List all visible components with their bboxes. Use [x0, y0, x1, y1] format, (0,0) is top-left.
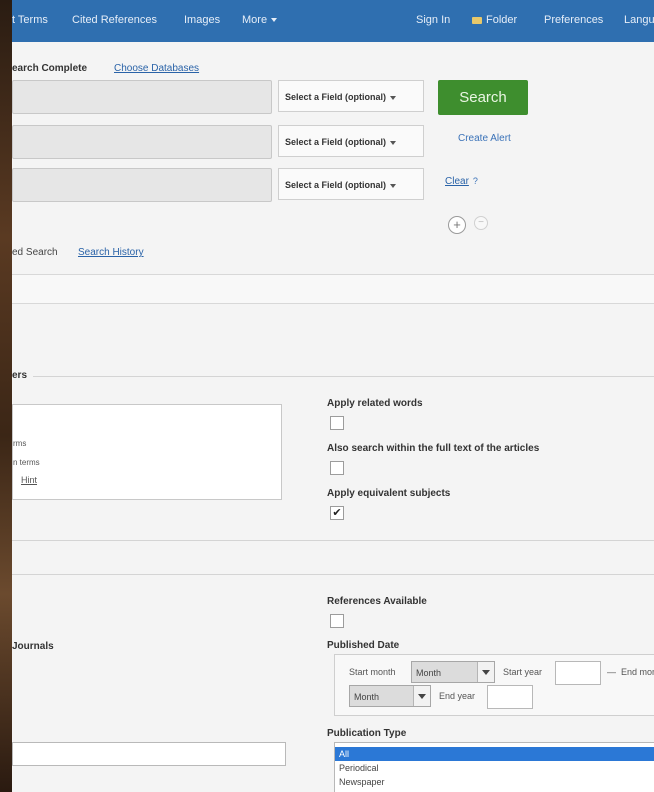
chevron-down-icon	[413, 686, 430, 706]
field-select-1[interactable]: Select a Field (optional)	[278, 80, 424, 112]
nav-cited-references[interactable]: Cited References	[72, 14, 157, 26]
start-month-select[interactable]: Month	[411, 661, 495, 683]
search-input-3[interactable]	[12, 168, 272, 202]
section-divider	[12, 376, 654, 377]
search-modes-heading: ers	[12, 370, 34, 381]
field-select-3[interactable]: Select a Field (optional)	[278, 168, 424, 200]
folder-label: Folder	[486, 14, 518, 26]
section-divider	[12, 540, 654, 541]
full-text-search-label: Also search within the full text of the …	[327, 443, 540, 454]
end-year-input[interactable]	[487, 685, 533, 709]
remove-row-icon[interactable]: −	[474, 216, 488, 230]
folder-icon	[472, 16, 482, 24]
section-divider	[12, 574, 654, 575]
top-navigation-bar: t Terms Cited References Images More Sig…	[12, 0, 654, 42]
search-button[interactable]: Search	[438, 80, 528, 115]
mode-option-2[interactable]: n terms	[13, 458, 40, 467]
divider-bar	[12, 274, 654, 304]
clear-link[interactable]: Clear	[445, 176, 469, 187]
apply-related-words-label: Apply related words	[327, 398, 423, 409]
publication-type-option[interactable]: Periodical	[335, 761, 654, 775]
chevron-down-icon	[271, 18, 278, 23]
clear-area: Clear?	[445, 176, 478, 187]
references-available-checkbox[interactable]	[330, 614, 344, 628]
references-available-label: References Available	[327, 596, 427, 607]
end-year-label: End year	[439, 691, 476, 701]
help-icon[interactable]: ?	[473, 176, 478, 186]
field-select-2[interactable]: Select a Field (optional)	[278, 125, 424, 157]
end-month-value: Month	[354, 692, 380, 702]
nav-more[interactable]: More	[242, 14, 278, 26]
field-select-1-label: Select a Field (optional)	[285, 92, 387, 102]
equivalent-subjects-label: Apply equivalent subjects	[327, 488, 451, 499]
language-link[interactable]: Langu	[624, 14, 654, 26]
field-select-3-label: Select a Field (optional)	[285, 180, 387, 190]
start-month-label: Start month	[349, 667, 396, 677]
end-month-label: End mon	[621, 667, 654, 677]
advanced-search-tab[interactable]: ed Search	[12, 247, 58, 258]
nav-subject-terms[interactable]: t Terms	[12, 14, 48, 26]
published-date-label: Published Date	[327, 640, 400, 651]
equivalent-subjects-checkbox[interactable]: ✔	[330, 506, 344, 520]
publication-type-list[interactable]: All Periodical Newspaper	[334, 742, 654, 792]
sign-in-link[interactable]: Sign In	[416, 14, 450, 26]
chevron-down-icon	[390, 95, 397, 100]
search-input-2[interactable]	[12, 125, 272, 159]
publication-type-label: Publication Type	[327, 728, 407, 739]
hint-link[interactable]: Hint	[21, 475, 37, 485]
mode-option-1[interactable]: rms	[13, 439, 26, 448]
preferences-link[interactable]: Preferences	[544, 14, 603, 26]
create-alert-link[interactable]: Create Alert	[458, 133, 511, 144]
nav-more-label: More	[242, 14, 268, 26]
ebsco-advanced-search-page: t Terms Cited References Images More Sig…	[12, 0, 654, 792]
publication-type-option[interactable]: Newspaper	[335, 775, 654, 789]
search-history-link[interactable]: Search History	[78, 247, 144, 258]
search-input-1[interactable]	[12, 80, 272, 114]
search-modes-panel: rms n terms Hint	[12, 404, 282, 500]
chevron-down-icon	[477, 662, 494, 682]
date-separator: —	[607, 667, 616, 677]
start-month-value: Month	[416, 668, 442, 678]
full-text-search-checkbox[interactable]	[330, 461, 344, 475]
database-label: earch Complete	[12, 63, 88, 74]
nav-images[interactable]: Images	[184, 14, 220, 26]
chevron-down-icon	[390, 140, 397, 145]
choose-databases-link[interactable]: Choose Databases	[114, 63, 199, 74]
journal-name-input[interactable]	[12, 742, 286, 766]
publication-type-option[interactable]: All	[335, 747, 654, 761]
folder-link[interactable]: Folder	[472, 14, 517, 26]
apply-related-words-checkbox[interactable]	[330, 416, 344, 430]
end-month-select[interactable]: Month	[349, 685, 431, 707]
add-row-icon[interactable]: +	[448, 216, 466, 234]
chevron-down-icon	[390, 183, 397, 188]
published-date-box: Start month Month Start year — End mon M…	[334, 654, 654, 716]
start-year-input[interactable]	[555, 661, 601, 685]
start-year-label: Start year	[503, 667, 543, 677]
journals-label: Journals	[12, 641, 54, 652]
field-select-2-label: Select a Field (optional)	[285, 137, 387, 147]
